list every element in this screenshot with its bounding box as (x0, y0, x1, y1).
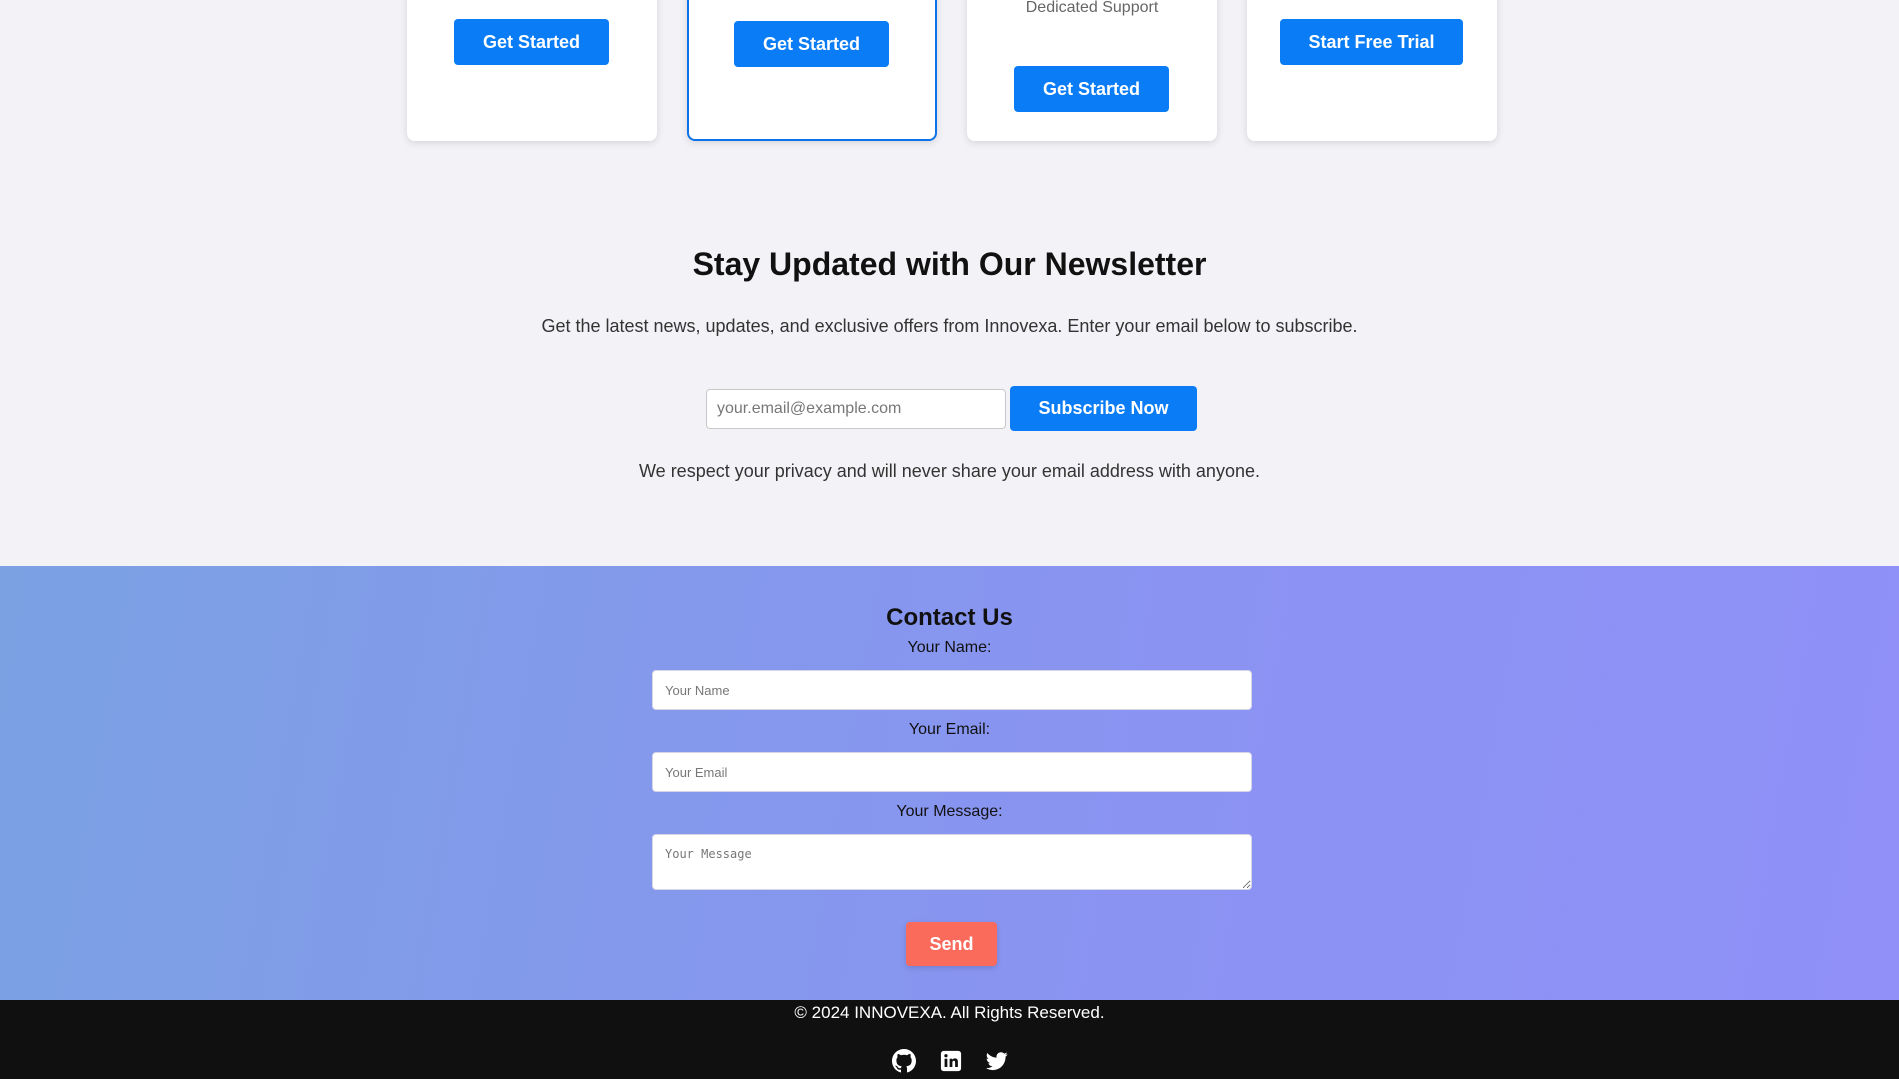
pricing-card: Get Started (407, 0, 657, 141)
send-button[interactable]: Send (906, 922, 997, 966)
name-label: Your Name: (907, 639, 992, 656)
message-field[interactable] (652, 834, 1252, 890)
footer: © 2024 INNOVEXA. All Rights Reserved. (0, 1000, 1899, 1079)
pricing-cards: Get Started Get Started Dedicated Suppor… (0, 0, 1899, 150)
get-started-button[interactable]: Get Started (454, 19, 609, 65)
linkedin-icon[interactable] (938, 1048, 964, 1074)
github-icon[interactable] (891, 1048, 917, 1074)
feature-line: Dedicated Support (1025, 0, 1159, 16)
pricing-card-featured: Get Started (687, 0, 937, 141)
start-free-trial-button[interactable]: Start Free Trial (1280, 19, 1463, 65)
pricing-card: Dedicated Support Get Started (967, 0, 1217, 141)
get-started-button[interactable]: Get Started (734, 21, 889, 67)
newsletter-title: Stay Updated with Our Newsletter (692, 246, 1207, 282)
subscribe-button[interactable]: Subscribe Now (1010, 386, 1197, 431)
privacy-note: We respect your privacy and will never s… (639, 461, 1260, 481)
newsletter-email-input[interactable] (706, 389, 1006, 429)
get-started-button[interactable]: Get Started (1014, 66, 1169, 112)
email-label: Your Email: (908, 721, 991, 738)
contact-section: Contact Us Your Name: Your Email: Your M… (0, 566, 1899, 1000)
name-field[interactable] (652, 670, 1252, 710)
contact-title: Contact Us (886, 604, 1013, 631)
email-field[interactable] (652, 752, 1252, 792)
newsletter-description: Get the latest news, updates, and exclus… (541, 316, 1358, 336)
message-label: Your Message: (896, 803, 1003, 820)
copyright-text: © 2024 INNOVEXA. All Rights Reserved. (794, 1003, 1105, 1022)
pricing-card: Start Free Trial (1247, 0, 1497, 141)
twitter-icon[interactable] (984, 1048, 1010, 1074)
